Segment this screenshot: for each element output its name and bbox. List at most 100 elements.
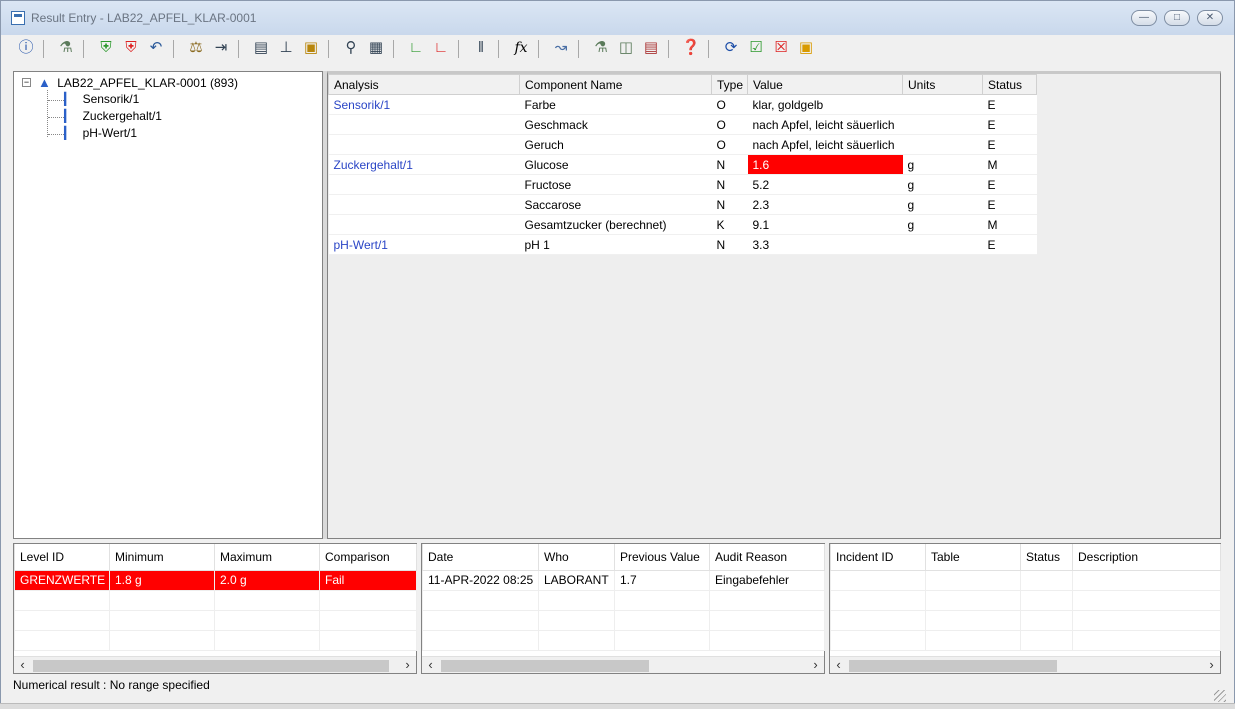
table-row[interactable]: pH-Wert/1 pH 1 N 3.3 E (328, 234, 1037, 255)
tree-item-label: Zuckergehalt/1 (82, 109, 162, 123)
toolbar-separator (328, 40, 329, 58)
table-row[interactable]: Saccarose N 2.3 g E (328, 194, 1037, 215)
preview-icon[interactable]: ⚲ (340, 37, 362, 59)
chart-red-icon[interactable]: ∟ (430, 37, 452, 59)
empty-row (422, 609, 825, 631)
undo-icon[interactable]: ↶ (145, 37, 167, 59)
col-units[interactable]: Units (902, 74, 983, 95)
horizontal-scrollbar[interactable]: ‹ › (422, 656, 824, 673)
form-icon[interactable]: ▤ (250, 37, 272, 59)
clipboard-icon[interactable]: ▤ (640, 37, 662, 59)
col-component-name[interactable]: Component Name (519, 74, 712, 95)
scroll-thumb[interactable] (849, 660, 1057, 672)
scroll-left-icon[interactable]: ‹ (14, 657, 31, 674)
value-cell[interactable]: nach Apfel, leicht säuerlich (747, 114, 903, 135)
value-cell[interactable]: 5.2 (747, 174, 903, 195)
scroll-right-icon[interactable]: › (1203, 657, 1220, 674)
chart-green-icon[interactable]: ∟ (405, 37, 427, 59)
table-row[interactable]: Zuckergehalt/1 Glucose N 1.6 g M (328, 154, 1037, 175)
function-icon[interactable]: fx (510, 37, 532, 59)
reject-icon[interactable]: ☒ (770, 37, 792, 59)
col-minimum[interactable]: Minimum (109, 544, 215, 571)
col-status[interactable]: Status (982, 74, 1037, 95)
incidents-header-row: Incident ID Table Status Description (830, 544, 1221, 571)
col-incident-id[interactable]: Incident ID (830, 544, 926, 571)
scroll-right-icon[interactable]: › (399, 657, 416, 674)
analysis-cell[interactable] (328, 194, 520, 215)
type-cell: N (711, 174, 748, 195)
limits-table: Level ID Minimum Maximum Comparison GREN… (14, 544, 417, 651)
shield-green-icon[interactable]: ⛨ (95, 37, 117, 59)
analysis-cell[interactable] (328, 214, 520, 235)
units-cell (902, 114, 983, 135)
col-analysis[interactable]: Analysis (328, 74, 520, 95)
analysis-cell[interactable] (328, 174, 520, 195)
scroll-thumb[interactable] (441, 660, 649, 672)
value-cell[interactable]: klar, goldgelb (747, 94, 903, 115)
info-icon[interactable]: ⓘ (15, 37, 37, 59)
approve-icon[interactable]: ☑ (745, 37, 767, 59)
col-maximum[interactable]: Maximum (214, 544, 320, 571)
scroll-thumb[interactable] (33, 660, 389, 672)
col-level-id[interactable]: Level ID (14, 544, 110, 571)
col-date[interactable]: Date (422, 544, 539, 571)
tree-item-sensorik[interactable]: ▎ Sensorik/1 (64, 92, 139, 106)
tree-root[interactable]: ▲ LAB22_APFEL_KLAR-0001 (893) (38, 75, 238, 90)
value-cell-out-of-range[interactable]: 1.6 (747, 154, 903, 175)
col-who[interactable]: Who (538, 544, 615, 571)
col-value[interactable]: Value (747, 74, 903, 95)
table-row[interactable]: Fructose N 5.2 g E (328, 174, 1037, 195)
tree-collapse-toggle[interactable]: − (22, 78, 31, 87)
scroll-left-icon[interactable]: ‹ (422, 657, 439, 674)
col-table[interactable]: Table (925, 544, 1021, 571)
date-cell: 11-APR-2022 08:25 (422, 569, 539, 591)
component-cell: Saccarose (519, 194, 712, 215)
value-cell[interactable]: nach Apfel, leicht säuerlich (747, 134, 903, 155)
horizontal-scrollbar[interactable]: ‹ › (14, 656, 416, 673)
export-icon[interactable]: ▣ (795, 37, 817, 59)
tree-item-zuckergehalt[interactable]: ▎ Zuckergehalt/1 (64, 109, 162, 123)
col-audit-reason[interactable]: Audit Reason (709, 544, 825, 571)
table-row[interactable]: Gesamtzucker (berechnet) K 9.1 g M (328, 214, 1037, 235)
value-cell[interactable]: 9.1 (747, 214, 903, 235)
shield-red-icon[interactable]: ⛨ (120, 37, 142, 59)
refresh-icon[interactable]: ⟳ (720, 37, 742, 59)
table-row[interactable]: Geschmack O nach Apfel, leicht säuerlich… (328, 114, 1037, 135)
table-row[interactable]: Sensorik/1 Farbe O klar, goldgelb E (328, 94, 1037, 115)
table-row[interactable]: Geruch O nach Apfel, leicht säuerlich E (328, 134, 1037, 155)
resize-grip-icon[interactable] (1214, 690, 1226, 702)
scroll-left-icon[interactable]: ‹ (830, 657, 847, 674)
container-icon[interactable]: ◫ (615, 37, 637, 59)
lock-icon[interactable]: ▣ (300, 37, 322, 59)
analysis-cell[interactable]: pH-Wert/1 (328, 234, 520, 255)
scroll-right-icon[interactable]: › (807, 657, 824, 674)
value-cell[interactable]: 2.3 (747, 194, 903, 215)
close-button[interactable]: ✕ (1197, 10, 1223, 26)
tree-item-ph-wert[interactable]: ▎ pH-Wert/1 (64, 126, 137, 140)
trend-icon[interactable]: ↝ (550, 37, 572, 59)
analysis-cell[interactable]: Sensorik/1 (328, 94, 520, 115)
results-header-row: Analysis Component Name Type Value Units… (328, 74, 1037, 95)
import-icon[interactable]: ⇥ (210, 37, 232, 59)
tubes-icon[interactable]: ‖ (470, 37, 492, 59)
flask-icon[interactable]: ⚗ (55, 37, 77, 59)
value-cell[interactable]: 3.3 (747, 234, 903, 255)
col-status[interactable]: Status (1020, 544, 1073, 571)
flask-check-icon[interactable]: ⚗ (590, 37, 612, 59)
maximize-button[interactable]: □ (1164, 10, 1190, 26)
table-row[interactable]: 11-APR-2022 08:25 LABORANT 1.7 Eingabefe… (422, 569, 825, 591)
col-type[interactable]: Type (711, 74, 748, 95)
analysis-cell[interactable] (328, 114, 520, 135)
minimize-button[interactable]: — (1131, 10, 1157, 26)
balance-icon[interactable]: ⚖ (185, 37, 207, 59)
analysis-cell[interactable]: Zuckergehalt/1 (328, 154, 520, 175)
calculator-icon[interactable]: ▦ (365, 37, 387, 59)
table-row[interactable]: GRENZWERTE 1.8 g 2.0 g Fail (14, 569, 417, 591)
help-icon[interactable]: ❓ (680, 37, 702, 59)
tree-icon[interactable]: ⊥ (275, 37, 297, 59)
col-previous-value[interactable]: Previous Value (614, 544, 710, 571)
col-comparison[interactable]: Comparison (319, 544, 417, 571)
col-description[interactable]: Description (1072, 544, 1221, 571)
analysis-cell[interactable] (328, 134, 520, 155)
horizontal-scrollbar[interactable]: ‹ › (830, 656, 1220, 673)
